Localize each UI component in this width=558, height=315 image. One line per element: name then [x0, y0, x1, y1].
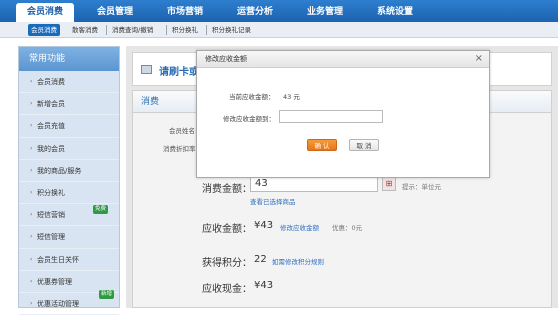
view-selected-products-link[interactable]: 查看已选择商品	[250, 196, 296, 206]
sidebar-item-label: 短信营销	[37, 211, 65, 220]
chevron-right-icon: ›	[30, 100, 33, 108]
chevron-right-icon: ›	[30, 211, 33, 219]
sidebar: 常用功能 › 会员消费 › 新增会员 › 会员充值 › 我的会员 › 我的商品/服务 › 积…	[18, 46, 120, 315]
dialog-title: 修改应收金额	[197, 51, 489, 68]
sidebar-title: 常用功能	[19, 47, 119, 71]
subnav-walkin-consumption[interactable]: 散客消费	[72, 24, 98, 36]
sidebar-item-member-consumption[interactable]: › 会员消费	[19, 71, 119, 94]
new-badge: 新增	[99, 289, 115, 299]
confirm-button[interactable]: 确 认	[307, 139, 337, 151]
discount-amount: 优惠：0元	[332, 224, 363, 232]
amount-input[interactable]: 43	[250, 176, 378, 192]
nav-marketing[interactable]: 市场营销	[156, 0, 214, 22]
subnav-divider	[166, 25, 167, 35]
nav-member-management[interactable]: 会员管理	[86, 0, 144, 22]
subnav-points-gift-records[interactable]: 积分换礼记录	[212, 24, 251, 36]
current-amount-value: 43 元	[283, 93, 300, 101]
modify-amount-label: 修改应收金额到：	[223, 115, 275, 123]
subnav-divider	[106, 25, 107, 35]
points-rule-link[interactable]: 如需修改积分规则	[272, 256, 324, 266]
cancel-button[interactable]: 取 消	[349, 139, 379, 151]
sidebar-item-points-gift[interactable]: › 积分换礼	[19, 182, 119, 205]
sidebar-item-new-member[interactable]: › 新增会员	[19, 93, 119, 116]
sidebar-item-sms-marketing[interactable]: › 短信营销 免费	[19, 204, 119, 227]
chevron-right-icon: ›	[30, 299, 33, 307]
nav-member-consumption[interactable]: 会员消费	[16, 3, 74, 22]
sidebar-item-label: 优惠活动管理	[37, 299, 79, 308]
sidebar-item-label: 我的商品/服务	[37, 166, 82, 175]
top-nav: 会员消费 会员管理 市场营销 运营分析 业务管理 系统设置	[0, 0, 558, 22]
sidebar-item-label: 优惠券管理	[37, 277, 72, 286]
sidebar-item-label: 新增会员	[37, 100, 65, 109]
modify-receivable-dialog: 修改应收金额 × 当前应收金额： 43 元 修改应收金额到： 确 认 取 消	[196, 50, 490, 178]
sidebar-item-my-products[interactable]: › 我的商品/服务	[19, 160, 119, 182]
points-value: 22	[254, 254, 267, 265]
free-badge: 免费	[93, 205, 109, 215]
sidebar-item-sms-management[interactable]: › 短信管理	[19, 226, 119, 249]
sidebar-item-birthday-care[interactable]: › 会员生日关怀	[19, 249, 119, 271]
sidebar-item-my-members[interactable]: › 我的会员	[19, 138, 119, 160]
modify-receivable-link[interactable]: 修改应收金额	[280, 222, 319, 232]
member-name-label: 会员姓名:	[169, 127, 198, 135]
nav-business-management[interactable]: 业务管理	[296, 0, 354, 22]
chevron-right-icon: ›	[30, 277, 33, 285]
sidebar-item-label: 积分换礼	[37, 188, 65, 197]
modify-amount-input[interactable]	[279, 110, 383, 123]
cash-label: 应收现金：	[202, 284, 252, 295]
chevron-right-icon: ›	[30, 233, 33, 241]
chevron-right-icon: ›	[30, 166, 33, 174]
subnav-member-consumption[interactable]: 会员消费	[28, 24, 60, 36]
subnav-divider	[206, 25, 207, 35]
subnav-points-gift[interactable]: 积分换礼	[172, 24, 198, 36]
sidebar-item-promo-management[interactable]: › 优惠活动管理 新增	[19, 289, 119, 315]
subnav-consumption-query[interactable]: 消费查询/撤销	[112, 24, 153, 36]
calculator-icon[interactable]: ⊞	[382, 177, 396, 191]
sidebar-item-label: 短信管理	[37, 233, 65, 242]
chevron-right-icon: ›	[30, 78, 33, 85]
points-label: 获得积分：	[202, 258, 252, 269]
chevron-right-icon: ›	[30, 255, 33, 263]
chevron-right-icon: ›	[30, 144, 33, 152]
chevron-right-icon: ›	[30, 122, 33, 130]
sidebar-item-label: 会员生日关怀	[37, 255, 79, 264]
sidebar-item-label: 会员消费	[37, 78, 65, 86]
amount-hint: 提示：单位元	[402, 183, 441, 191]
nav-system-settings[interactable]: 系统设置	[366, 0, 424, 22]
receivable-label: 应收金额：	[202, 224, 252, 235]
receivable-value: ¥43	[254, 220, 274, 231]
chevron-right-icon: ›	[30, 188, 33, 196]
sidebar-item-member-recharge[interactable]: › 会员充值	[19, 115, 119, 138]
cash-value: ¥43	[254, 280, 274, 291]
card-icon	[141, 65, 152, 74]
discount-rate-label: 消费折扣率:	[163, 145, 198, 153]
nav-operation-analysis[interactable]: 运营分析	[226, 0, 284, 22]
amount-label: 消费金额：	[202, 184, 252, 195]
current-amount-label: 当前应收金额：	[229, 93, 275, 101]
close-icon[interactable]: ×	[475, 53, 483, 65]
sub-nav: 会员消费 散客消费 消费查询/撤销 积分换礼 积分换礼记录	[0, 22, 558, 38]
page-title: 请刷卡或	[159, 67, 199, 78]
sidebar-item-label: 会员充值	[37, 122, 65, 131]
sidebar-item-label: 我的会员	[37, 144, 65, 153]
